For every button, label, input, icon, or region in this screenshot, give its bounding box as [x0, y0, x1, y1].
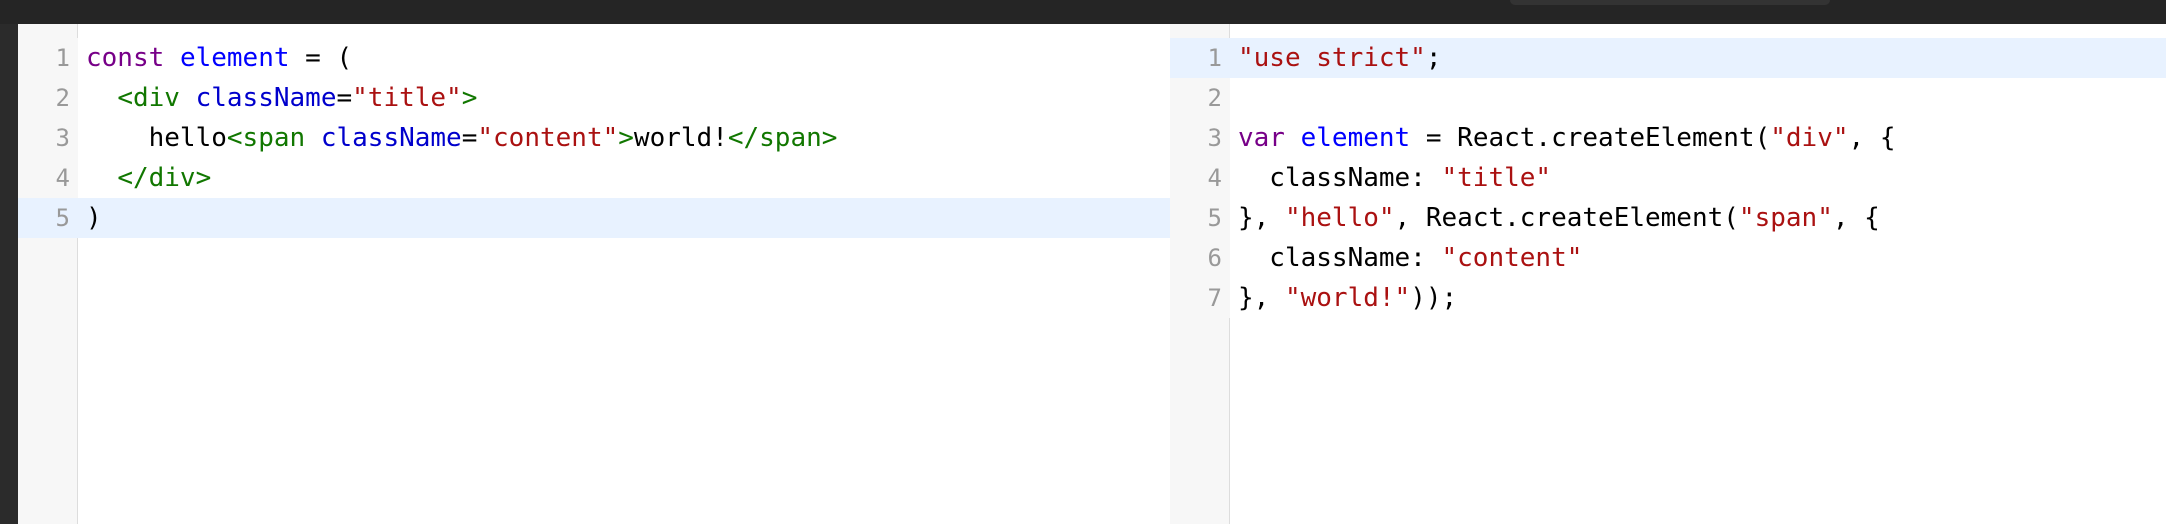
code-lines: 1 const element = (2 <div className="titl…	[18, 38, 1170, 238]
code-text: }, "world!"));	[1238, 278, 1457, 318]
code-lines: 1 "use strict"; 2 3 var element = React.crea…	[1170, 38, 2166, 318]
code-text: var element = React.createElement("div",…	[1238, 118, 1895, 158]
code-token: "content"	[1441, 243, 1583, 273]
line-number: 1	[18, 38, 78, 78]
code-text: className: "title"	[1238, 158, 1551, 198]
code-line[interactable]: 2 <div className="title">	[18, 78, 1170, 118]
code-token: },	[1238, 283, 1285, 313]
line-number: 5	[18, 198, 78, 238]
code-line[interactable]: 4 className: "title"	[1170, 158, 2166, 198]
code-token: = React.createElement(	[1410, 123, 1771, 153]
code-token: "title"	[1441, 163, 1552, 193]
code-token: "world!"	[1284, 283, 1411, 313]
code-token: </span>	[727, 123, 838, 153]
code-token: hello	[86, 123, 227, 153]
code-token: const	[86, 43, 165, 73]
code-token: = (	[289, 43, 353, 73]
code-token: ;	[1425, 43, 1442, 73]
line-number: 2	[1170, 78, 1230, 118]
code-token: className	[320, 123, 462, 153]
code-token: "div"	[1770, 123, 1849, 153]
code-line[interactable]: 5}, "hello", React.createElement("span",…	[1170, 198, 2166, 238]
code-line[interactable]: 7}, "world!"));	[1170, 278, 2166, 318]
line-number: 4	[18, 158, 78, 198]
code-token: ));	[1410, 283, 1458, 313]
code-token: },	[1238, 203, 1285, 233]
code-token: , React.createElement(	[1394, 203, 1739, 233]
code-line[interactable]: 1 "use strict";	[1170, 38, 2166, 78]
code-line[interactable]: 2	[1170, 78, 2166, 118]
line-number: 3	[1170, 118, 1230, 158]
line-number: 4	[1170, 158, 1230, 198]
code-token: className	[195, 83, 337, 113]
code-token: )	[86, 203, 102, 233]
line-number: 5	[1170, 198, 1230, 238]
code-token: "hello"	[1284, 203, 1395, 233]
line-number: 1	[1170, 38, 1230, 78]
code-text: "use strict";	[1238, 38, 1442, 78]
code-text: </div>	[86, 158, 211, 198]
code-token: "content"	[477, 123, 619, 153]
code-token: className:	[1238, 163, 1442, 193]
code-line[interactable]: 4 </div>	[18, 158, 1170, 198]
line-number: 7	[1170, 278, 1230, 318]
code-line[interactable]: 1 const element = (	[18, 38, 1170, 78]
code-token: >	[618, 123, 634, 153]
code-token: >	[461, 83, 478, 113]
window-top-bar	[0, 0, 2166, 24]
code-token: element	[1300, 123, 1411, 153]
code-token: <div	[117, 83, 180, 113]
code-line[interactable]: 5)	[18, 198, 1170, 238]
line-number: 2	[18, 78, 78, 118]
code-text: <div className="title">	[86, 78, 477, 118]
code-token: =	[336, 83, 353, 113]
code-line[interactable]: 3 hello<span className="content">world!<…	[18, 118, 1170, 158]
code-text: const element = (	[86, 38, 352, 78]
jsx-source-editor[interactable]: 1 const element = (2 <div className="titl…	[18, 24, 1170, 524]
code-token: </div>	[117, 163, 212, 193]
code-token: , {	[1832, 203, 1880, 233]
code-line[interactable]: 6 className: "content"	[1170, 238, 2166, 278]
code-token: =	[461, 123, 478, 153]
code-text: hello<span className="content">world!</s…	[86, 118, 838, 158]
left-edge-strip	[0, 24, 18, 524]
code-token: "use strict"	[1238, 43, 1426, 73]
line-number: 6	[1170, 238, 1230, 278]
code-line[interactable]: 3 var element = React.createElement("div"…	[1170, 118, 2166, 158]
code-token: "span"	[1738, 203, 1833, 233]
code-text: }, "hello", React.createElement("span", …	[1238, 198, 1880, 238]
code-token: element	[179, 43, 290, 73]
code-token: className:	[1238, 243, 1442, 273]
code-token: <span	[226, 123, 306, 153]
code-token: var	[1238, 123, 1285, 153]
code-token: world!	[633, 123, 728, 153]
compiled-output-editor[interactable]: 1 "use strict"; 2 3 var element = React.crea…	[1170, 24, 2166, 524]
top-tab-edge	[1510, 0, 1830, 5]
code-text: className: "content"	[1238, 238, 1582, 278]
code-text: )	[86, 198, 102, 238]
code-token: "title"	[352, 83, 462, 113]
line-number: 3	[18, 118, 78, 158]
code-token: , {	[1848, 123, 1896, 153]
